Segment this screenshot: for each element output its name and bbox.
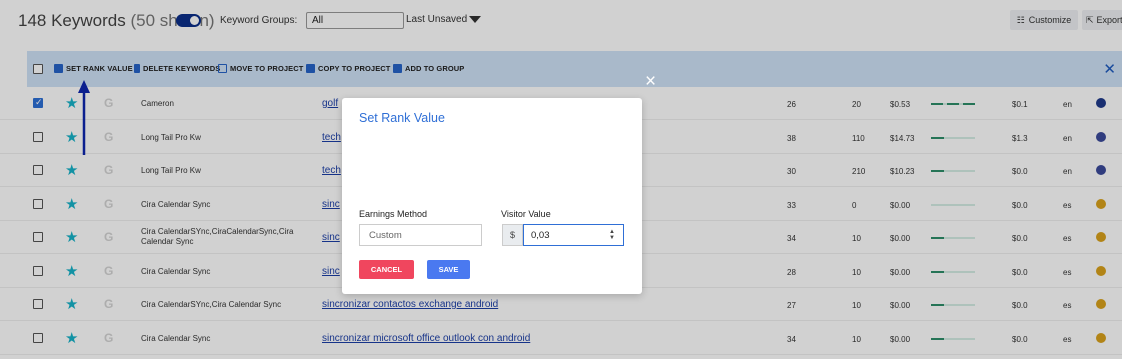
set-rank-value-modal: Set Rank Value Earnings Method Visitor V… <box>342 98 642 294</box>
visitor-value-input[interactable]: 0,03 ▲ ▼ <box>523 224 624 246</box>
modal-title: Set Rank Value <box>359 111 445 125</box>
currency-prefix: $ <box>502 224 523 246</box>
close-modal-icon[interactable]: × <box>645 71 656 93</box>
cancel-button[interactable]: CANCEL <box>359 260 414 279</box>
save-button[interactable]: SAVE <box>427 260 470 279</box>
earnings-method-field[interactable]: Custom <box>359 224 482 246</box>
earnings-method-label: Earnings Method <box>359 209 428 219</box>
number-spinner-icon[interactable]: ▲ ▼ <box>609 229 615 241</box>
visitor-value-label: Visitor Value <box>501 209 551 219</box>
visitor-value-text: 0,03 <box>531 230 550 241</box>
